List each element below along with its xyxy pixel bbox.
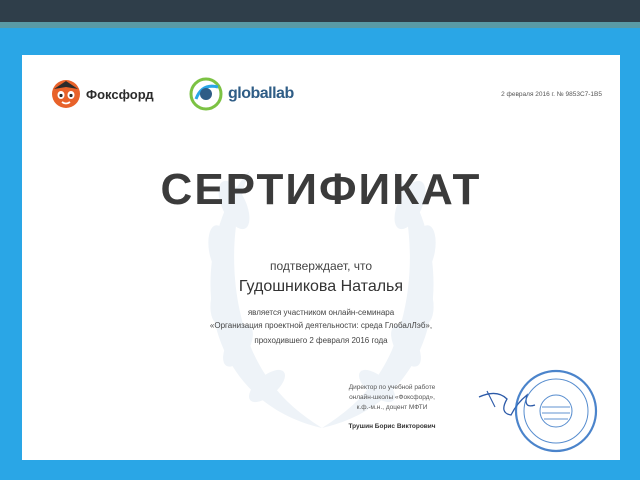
globallab-logo-icon: [189, 77, 223, 111]
recipient-name: Гудошникова Наталья: [238, 278, 404, 295]
signer-role-line: онлайн-школы «Фоксфорд»,: [349, 394, 435, 401]
top-bar-spacer: [0, 28, 640, 34]
globallab-wordmark: globallab: [228, 85, 294, 102]
confirms-text: подтверждает, что: [269, 259, 373, 273]
seminar-date-line: проходившего 2 февраля 2016 года: [254, 336, 388, 345]
signer-role-line: к.ф.-м.н., доцент МФТИ: [356, 404, 428, 411]
signer-role-line: Директор по учебной работе: [348, 384, 436, 391]
official-stamp-icon: [514, 369, 598, 453]
participation-line: является участником онлайн-семинара: [247, 308, 395, 317]
signer-name: Трушин Борис Викторович: [348, 423, 436, 430]
certificate-title: СЕРТИФИКАТ: [160, 165, 482, 214]
foxford-logo-icon: [52, 80, 80, 108]
certificate-date-number: 2 февраля 2016 г. № 9853C7-1B5: [501, 91, 602, 98]
top-bar: [0, 0, 640, 22]
foxford-wordmark: Фоксфорд: [86, 87, 154, 102]
seminar-title: «Организация проектной деятельности: сре…: [209, 321, 433, 330]
certificate-sheet: Фоксфорд globallab 2 февраля 2016 г. № 9…: [22, 55, 620, 460]
